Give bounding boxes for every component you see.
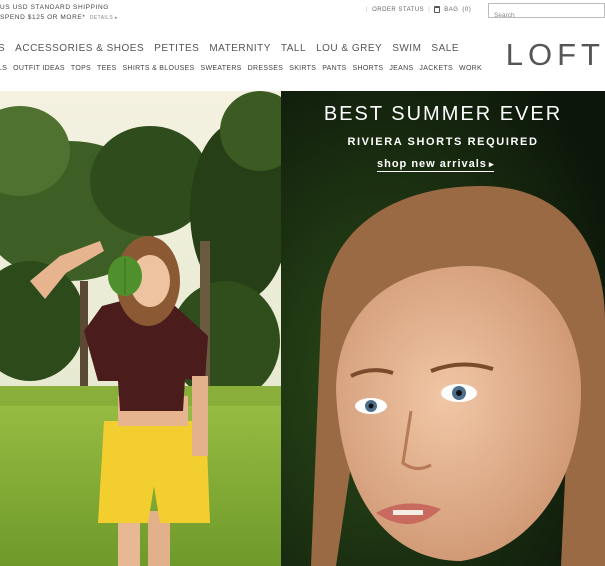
nav-item-petites[interactable]: PETITES [154, 43, 199, 54]
primary-nav: S ACCESSORIES & SHOES PETITES MATERNITY … [0, 43, 459, 54]
subnav-item-sweaters[interactable]: SWEATERS [200, 65, 241, 72]
promo-banner: US USD STANDARD SHIPPING SPEND $125 OR M… [0, 3, 118, 23]
search-box[interactable] [488, 3, 605, 22]
subnav-item-work[interactable]: WORK [459, 65, 482, 72]
hero-subhead: RIVIERA SHORTS REQUIRED [347, 136, 539, 148]
subnav-item-shorts[interactable]: SHORTS [353, 65, 384, 72]
chevron-right-icon[interactable]: ▸ [489, 159, 495, 169]
subnav-item-dresses[interactable]: DRESSES [248, 65, 284, 72]
promo-line-2: SPEND $125 OR MORE* [0, 14, 86, 21]
secondary-nav: LS OUTFIT IDEAS TOPS TEES SHIRTS & BLOUS… [0, 65, 482, 72]
subnav-item-skirts[interactable]: SKIRTS [289, 65, 316, 72]
utility-links: | ORDER STATUS | BAG (0) [366, 6, 471, 13]
subnav-item-tees[interactable]: TEES [97, 65, 116, 72]
divider: | [366, 6, 369, 13]
nav-item-accessories-shoes[interactable]: ACCESSORIES & SHOES [15, 43, 144, 54]
garden-model-illustration [0, 91, 281, 566]
nav-item-lou-grey[interactable]: LOU & GREY [316, 43, 382, 54]
divider: | [428, 6, 431, 13]
subnav-item-pants[interactable]: PANTS [322, 65, 346, 72]
nav-item-swim[interactable]: SWIM [392, 43, 421, 54]
nav-item-partial[interactable]: S [0, 43, 5, 54]
hero-headline: BEST SUMMER EVER [323, 103, 563, 125]
nav-item-maternity[interactable]: MATERNITY [209, 43, 271, 54]
subnav-item-outfit-ideas[interactable]: OUTFIT IDEAS [13, 65, 65, 72]
hero-image-left[interactable] [0, 91, 281, 566]
promo-line-1: US USD STANDARD SHIPPING [0, 4, 109, 11]
order-status-link[interactable]: ORDER STATUS [372, 7, 424, 13]
search-input[interactable] [489, 9, 604, 22]
bag-link[interactable]: BAG [444, 7, 458, 13]
subnav-item-tops[interactable]: TOPS [71, 65, 91, 72]
nav-item-tall[interactable]: TALL [281, 43, 306, 54]
shop-new-arrivals-link[interactable]: shop new arrivals ▸ [377, 158, 495, 172]
subnav-item-jackets[interactable]: JACKETS [419, 65, 453, 72]
subnav-item-partial[interactable]: LS [0, 65, 7, 72]
bag-count[interactable]: (0) [462, 7, 471, 13]
subnav-item-shirts-blouses[interactable]: SHIRTS & BLOUSES [123, 65, 195, 72]
shopping-bag-icon[interactable] [434, 6, 441, 13]
hero-banner-right[interactable]: BEST SUMMER EVER RIVIERA SHORTS REQUIRED… [281, 91, 605, 566]
subnav-item-jeans[interactable]: JEANS [389, 65, 413, 72]
cta-label[interactable]: shop new arrivals [377, 158, 487, 170]
promo-details-link[interactable]: DETAILS ▸ [90, 15, 118, 21]
loft-logo[interactable]: LOFT [506, 37, 605, 73]
nav-item-sale[interactable]: SALE [431, 43, 459, 54]
